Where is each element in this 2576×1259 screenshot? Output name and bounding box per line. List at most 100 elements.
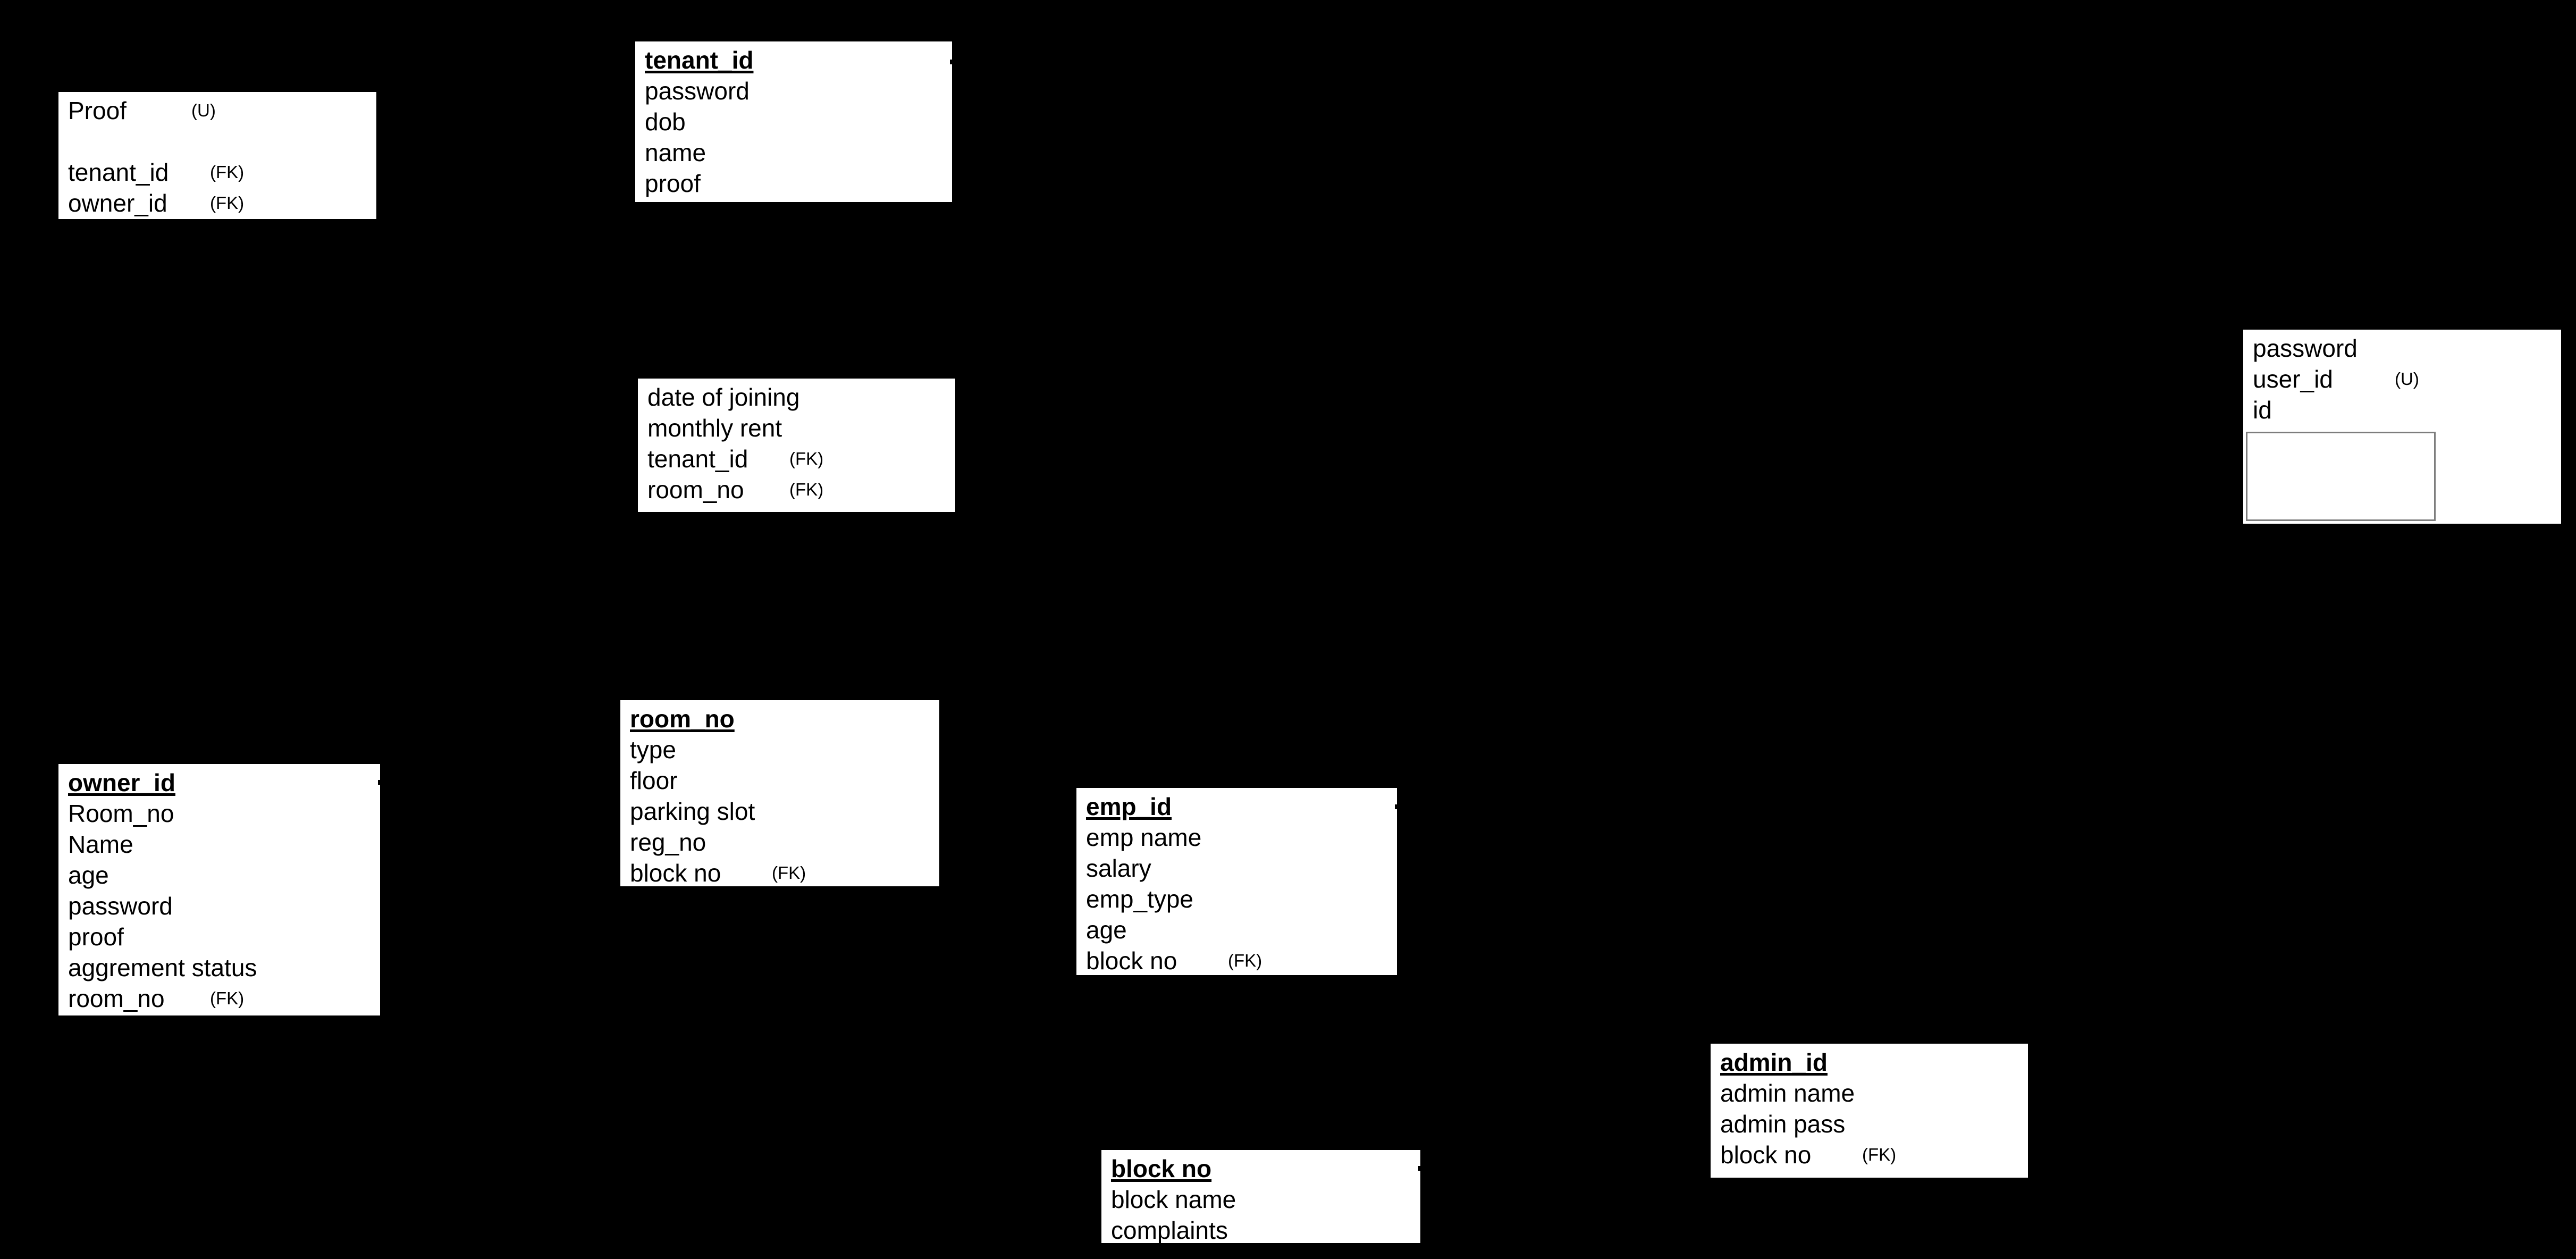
- relationship-connector-tick: [1418, 1166, 1423, 1171]
- unique-key-tag: (U): [191, 100, 216, 120]
- attribute-row: emp name: [1076, 822, 1397, 853]
- foreign-key-tag: (FK): [789, 480, 824, 499]
- attribute-label: age: [1086, 916, 1127, 944]
- unique-key-tag: (U): [2395, 369, 2419, 389]
- attribute-row: emp_type: [1076, 884, 1397, 914]
- attribute-row: tenant_id: [635, 45, 952, 75]
- entity-box-agreement[interactable]: date of joining monthly rent tenant_id (FK)…: [638, 379, 955, 512]
- attribute-row: block no: [1101, 1153, 1420, 1184]
- attribute-label: admin name: [1720, 1079, 1855, 1107]
- attribute-row: Proof (U): [58, 95, 376, 126]
- attribute-row: parking slot: [620, 796, 939, 827]
- attribute-row: tenant_id (FK): [638, 443, 955, 474]
- attribute-label: tenant_id: [68, 158, 169, 186]
- attribute-row: proof: [58, 921, 380, 952]
- attribute-row: Name: [58, 829, 380, 860]
- attribute-row: id: [2243, 395, 2561, 425]
- attribute-label: monthly rent: [647, 414, 782, 442]
- primary-key-label: tenant_id: [645, 46, 754, 74]
- attribute-label: salary: [1086, 854, 1151, 882]
- attribute-row: block no (FK): [1711, 1139, 2028, 1170]
- attribute-label: name: [645, 139, 706, 166]
- attribute-label: user_id: [2253, 365, 2333, 393]
- attribute-label: Room_no: [68, 800, 174, 827]
- attribute-label: id: [2253, 396, 2272, 424]
- foreign-key-tag: (FK): [772, 863, 806, 883]
- relationship-connector-tick: [1395, 804, 1400, 809]
- attribute-row: name: [635, 137, 952, 168]
- attribute-row: room_no (FK): [638, 474, 955, 505]
- attribute-label: room_no: [647, 476, 744, 503]
- attribute-label: block no: [630, 859, 721, 886]
- er-diagram-canvas: Proof (U) tenant_id (FK) owner_id (FK) tenant_…: [0, 0, 2576, 1259]
- attribute-label: date of joining: [647, 383, 800, 411]
- attribute-label: type: [630, 736, 676, 763]
- attribute-row: room_no: [620, 703, 939, 734]
- attribute-row: block no (FK): [620, 858, 939, 886]
- attribute-label: emp name: [1086, 824, 1202, 851]
- attribute-row: dob: [635, 106, 952, 137]
- attribute-row: salary: [1076, 853, 1397, 884]
- attribute-row: age: [58, 860, 380, 891]
- attribute-label: password: [68, 892, 173, 920]
- attribute-label: admin pass: [1720, 1110, 1846, 1138]
- attribute-row: proof: [635, 168, 952, 199]
- attribute-row: block no (FK): [1076, 945, 1397, 975]
- primary-key-label: emp_id: [1086, 793, 1172, 820]
- foreign-key-tag: (FK): [210, 162, 245, 182]
- attribute-row: password: [2243, 333, 2561, 364]
- attribute-label: room_no: [68, 985, 165, 1012]
- attribute-spacer: [58, 126, 376, 157]
- attribute-label: proof: [645, 170, 701, 197]
- attribute-row: owner_id: [58, 767, 380, 798]
- entity-box-owner[interactable]: owner_id Room_no Name age password proof aggre…: [58, 764, 380, 1015]
- attribute-row: admin_id: [1711, 1047, 2028, 1078]
- primary-key-label: room_no: [630, 705, 735, 733]
- attribute-label: tenant_id: [647, 445, 748, 473]
- attribute-label: emp_type: [1086, 885, 1194, 913]
- attribute-row: aggrement status: [58, 952, 380, 983]
- attribute-row: owner_id (FK): [58, 188, 376, 219]
- attribute-row: age: [1076, 914, 1397, 945]
- attribute-label: password: [645, 77, 750, 105]
- attribute-label: proof: [68, 923, 124, 951]
- attribute-row: block name: [1101, 1184, 1420, 1215]
- attribute-label: complaints: [1111, 1216, 1228, 1243]
- entity-box-tenant[interactable]: tenant_id password dob name proof: [635, 41, 952, 202]
- attribute-row: complaints: [1101, 1215, 1420, 1243]
- foreign-key-tag: (FK): [1228, 951, 1262, 970]
- attribute-label: block name: [1111, 1186, 1236, 1213]
- foreign-key-tag: (FK): [210, 193, 245, 213]
- primary-key-label: block no: [1111, 1155, 1212, 1182]
- attribute-label: password: [2253, 334, 2358, 362]
- entity-box-room[interactable]: room_no type floor parking slot reg_no block …: [620, 700, 939, 886]
- attribute-row: password: [58, 891, 380, 921]
- foreign-key-tag: (FK): [789, 449, 824, 468]
- attribute-row: monthly rent: [638, 413, 955, 443]
- attribute-row: emp_id: [1076, 791, 1397, 822]
- attribute-label: block no: [1086, 947, 1177, 975]
- attribute-row: user_id (U): [2243, 364, 2561, 395]
- attribute-label: block no: [1720, 1141, 1812, 1169]
- empty-inner-rectangle[interactable]: [2246, 432, 2436, 521]
- entity-box-admin[interactable]: admin_id admin name admin pass block no (FK): [1711, 1044, 2028, 1178]
- attribute-row: reg_no: [620, 827, 939, 858]
- attribute-row: floor: [620, 765, 939, 796]
- attribute-label: parking slot: [630, 798, 755, 825]
- primary-key-label: owner_id: [68, 769, 175, 796]
- foreign-key-tag: (FK): [1862, 1145, 1897, 1164]
- attribute-label: dob: [645, 108, 686, 136]
- attribute-label: reg_no: [630, 828, 706, 856]
- attribute-row: room_no (FK): [58, 983, 380, 1014]
- attribute-row: admin pass: [1711, 1109, 2028, 1139]
- entity-box-employee[interactable]: emp_idemp name salary emp_typeage block no (…: [1076, 788, 1397, 975]
- attribute-label: Proof: [68, 97, 127, 124]
- attribute-row: date of joining: [638, 382, 955, 413]
- entity-box-user[interactable]: password user_id (U) id: [2243, 330, 2561, 524]
- entity-box-proof[interactable]: Proof (U) tenant_id (FK) owner_id (FK): [58, 92, 376, 219]
- entity-box-block[interactable]: block no block name complaints: [1101, 1150, 1420, 1243]
- attribute-label: Name: [68, 830, 133, 858]
- relationship-connector-tick: [950, 60, 955, 64]
- relationship-connector-tick: [378, 780, 383, 785]
- attribute-label: aggrement status: [68, 954, 257, 981]
